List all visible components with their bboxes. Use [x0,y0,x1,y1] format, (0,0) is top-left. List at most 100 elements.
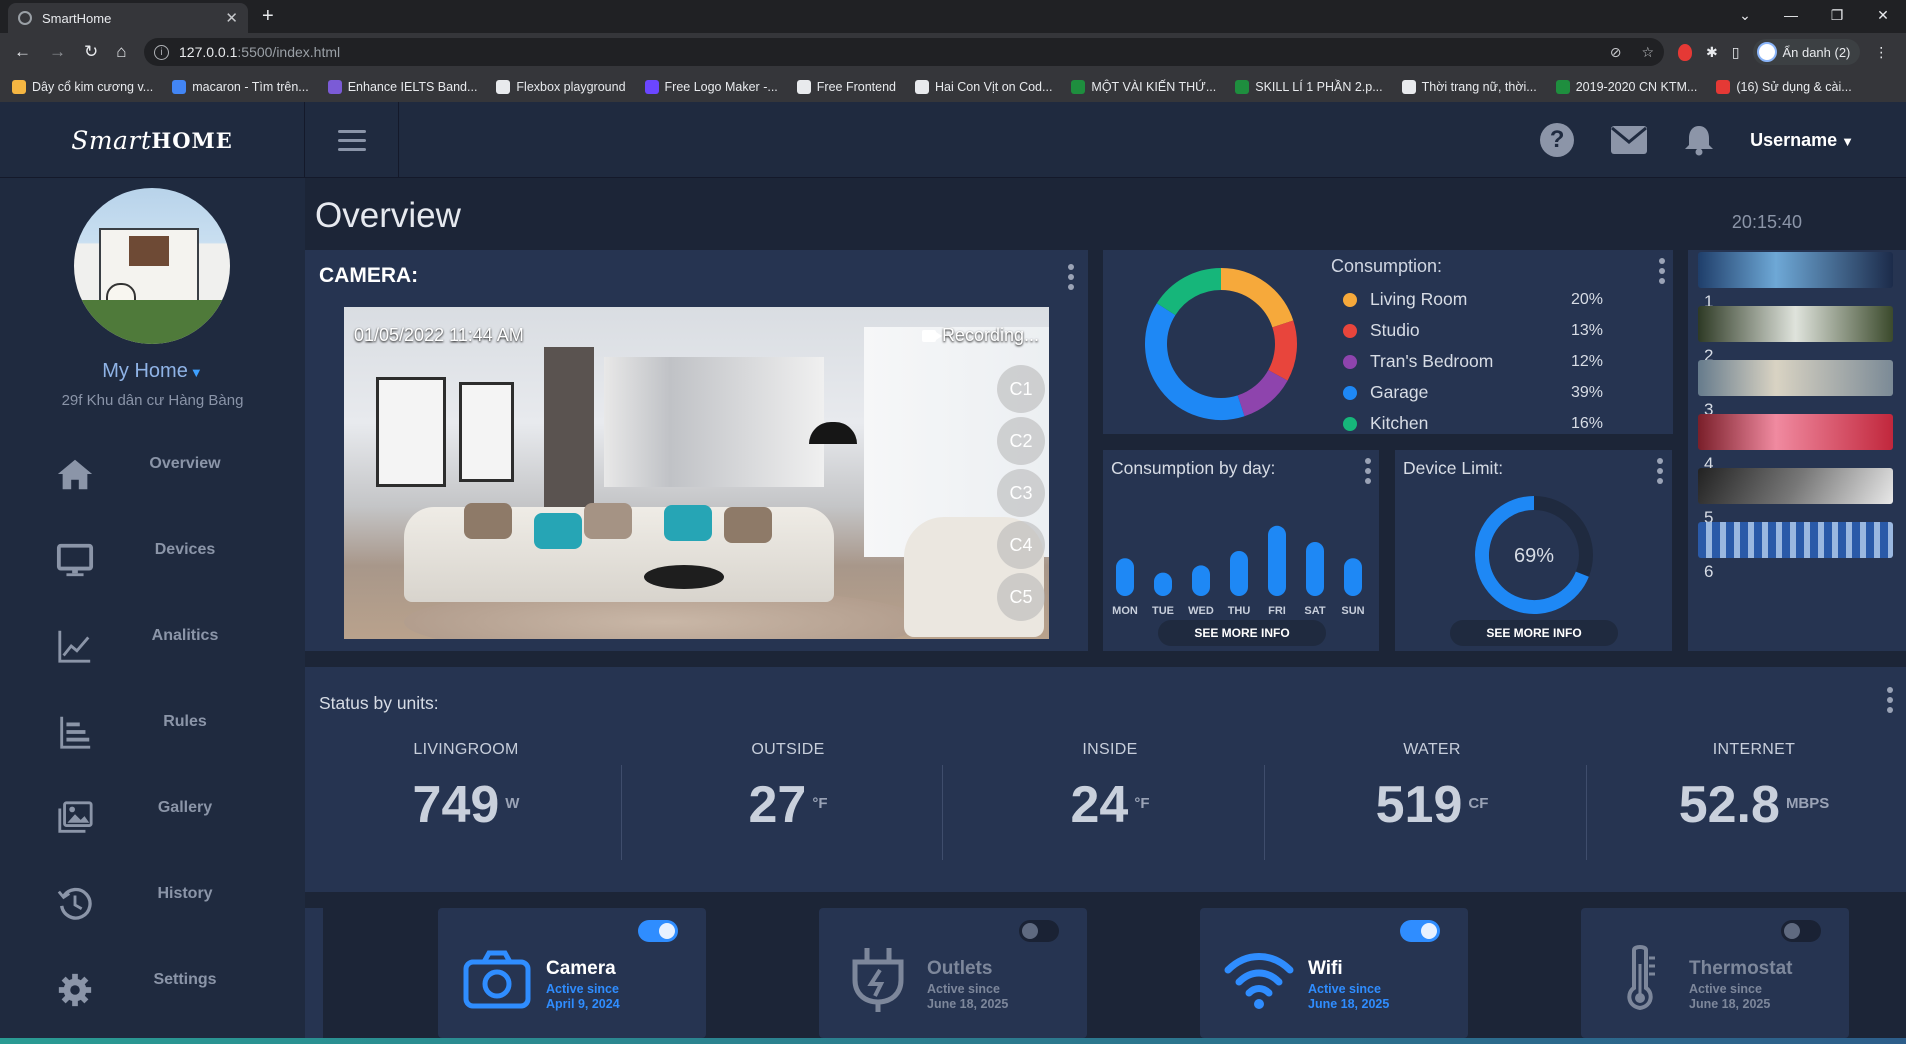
channel-button[interactable]: C4 [997,521,1045,569]
donut-slice [1145,303,1245,420]
tab-bar: SmartHome ✕ + ⌄ — ❐ ✕ [0,0,1906,33]
bookmark-item[interactable]: Free Logo Maker -... [644,79,778,94]
sidebar-item-overview[interactable]: Overview [0,433,305,519]
back-icon[interactable]: ← [14,42,31,62]
line-chart-icon [58,630,91,663]
bookmark-label: Dây cổ kim cương v... [32,79,154,94]
mail-icon[interactable] [1610,125,1648,155]
eye-off-icon[interactable]: ⊘ [1610,44,1622,61]
sidebar-item-gallery[interactable]: Gallery [0,777,305,863]
address-bar[interactable]: i 127.0.0.1:5500/index.html ⊘ ☆ [144,38,1664,66]
camera-card: CAMERA: 01/05/2022 11:44 AM Recording...… [305,250,1088,651]
wifi-icon [1224,953,1294,1009]
by-day-bar-chart: MON TUE WED THU FRI SAT SUN [1112,525,1365,617]
home-browser-icon[interactable]: ⌂ [116,42,126,62]
kebab-menu-icon[interactable] [1659,258,1665,284]
gallery-thumbnail[interactable] [1698,306,1893,342]
device-toggle[interactable] [638,920,678,942]
bookmark-item[interactable]: SKILL LÍ 1 PHẦN 2.p... [1235,79,1383,94]
camera-feed[interactable]: 01/05/2022 11:44 AM Recording... C1 C2 C… [344,307,1049,639]
star-icon[interactable]: ☆ [1641,44,1654,61]
minimize-icon[interactable]: — [1768,0,1814,30]
device-toggle[interactable] [1400,920,1440,942]
device-name: Camera [546,958,616,979]
tab-title: SmartHome [42,10,112,26]
legend-item: Tran's Bedroom 12% [1343,346,1613,377]
home-selector[interactable]: My Home ▼ [0,360,305,383]
kebab-menu-icon[interactable] [1068,264,1074,290]
bookmark-favicon-icon [1716,79,1731,94]
device-toggle[interactable] [1781,920,1821,942]
site-info-icon[interactable]: i [154,44,169,60]
puzzle-icon[interactable]: ✱ [1706,44,1718,61]
see-more-button[interactable]: SEE MORE INFO [1450,620,1618,646]
gallery-thumbnail[interactable] [1698,360,1893,396]
sidebar-item-rules[interactable]: Rules [0,691,305,777]
bookmark-item[interactable]: macaron - Tìm trên... [172,79,309,94]
device-card-thermostat[interactable]: Thermostat Active since June 18, 2025 [1581,908,1849,1038]
see-more-button[interactable]: SEE MORE INFO [1158,620,1326,646]
kebab-menu-icon[interactable] [1657,458,1663,484]
user-menu[interactable]: Username ▼ [1750,130,1854,151]
restore-icon[interactable]: ❐ [1814,0,1860,30]
bookmark-item[interactable]: MỘT VÀI KIẾN THỨ... [1071,79,1216,94]
gallery-thumbnail[interactable] [1698,522,1893,558]
recording-label: Recording... [941,325,1039,345]
sidebar-item-devices[interactable]: Devices [0,519,305,605]
new-tab-button[interactable]: + [262,5,274,28]
gallery-thumbnail[interactable] [1698,468,1893,504]
legend-dot [1343,323,1357,338]
extension-icon[interactable] [1678,43,1692,61]
day-bar [1306,542,1324,596]
legend-label: Kitchen [1370,413,1429,433]
channel-button[interactable]: C1 [997,365,1045,413]
device-card-outlets[interactable]: Outlets Active since June 18, 2025 [819,908,1087,1038]
bookmark-item[interactable]: Hai Con Vịt on Cod... [915,79,1052,94]
hamburger-menu-icon[interactable] [305,102,399,178]
sidebar-item-label: History [157,885,213,902]
logo[interactable]: Smart HOME [0,102,305,178]
device-cards: Camera Active since April 9, 2024 Outlet… [305,908,1906,1044]
bookmark-favicon-icon [172,79,187,94]
device-toggle[interactable] [1019,920,1059,942]
menu-icon[interactable]: ⋮ [1874,44,1888,61]
help-icon[interactable]: ? [1540,123,1575,157]
reload-icon[interactable]: ↻ [84,42,98,62]
bookmark-favicon-icon [1401,79,1416,94]
sidepanel-icon[interactable]: ▯ [1732,44,1740,61]
bookmark-item[interactable]: Enhance IELTS Band... [327,79,477,94]
bookmark-item[interactable]: 2019-2020 CN KTM... [1555,79,1697,94]
donut-slice [1220,268,1294,328]
forward-icon[interactable]: → [49,42,66,62]
recording-indicator: Recording... [921,325,1039,346]
bookmark-label: Thời trang nữ, thời... [1421,79,1537,94]
close-tab-icon[interactable]: ✕ [225,9,238,27]
tab-search-icon[interactable]: ⌄ [1722,0,1768,30]
kebab-menu-icon[interactable] [1365,458,1371,484]
status-label: WATER [1403,741,1461,758]
channel-button[interactable]: C3 [997,469,1045,517]
bookmark-item[interactable]: Free Frontend [796,79,896,94]
home-icon [57,459,93,490]
device-card-camera[interactable]: Camera Active since April 9, 2024 [438,908,706,1038]
gallery-thumbnail[interactable] [1698,414,1893,450]
bookmark-item[interactable]: Flexbox playground [496,79,626,94]
bookmark-item[interactable]: Dây cổ kim cương v... [12,79,154,94]
device-card-wifi[interactable]: Wifi Active since June 18, 2025 [1200,908,1468,1038]
bookmark-item[interactable]: Thời trang nữ, thời... [1401,79,1537,94]
images-icon [58,801,93,833]
close-window-icon[interactable]: ✕ [1860,0,1906,30]
gallery-thumbnail[interactable] [1698,252,1893,288]
sidebar-item-settings[interactable]: Settings [0,949,305,1035]
bookmark-item[interactable]: (16) Sử dụng & cài... [1716,79,1852,94]
channel-button[interactable]: C5 [997,573,1045,621]
bookmark-label: SKILL LÍ 1 PHẦN 2.p... [1255,79,1383,94]
sidebar-item-history[interactable]: History [0,863,305,949]
profile-button[interactable]: Ẩn danh (2) [1753,39,1861,65]
legend-percent: 16% [1571,414,1604,432]
kebab-menu-icon[interactable] [1887,687,1893,713]
channel-button[interactable]: C2 [997,417,1045,465]
sidebar-item-analitics[interactable]: Analitics [0,605,305,691]
browser-tab[interactable]: SmartHome ✕ [8,3,248,33]
bell-icon[interactable] [1684,124,1714,156]
